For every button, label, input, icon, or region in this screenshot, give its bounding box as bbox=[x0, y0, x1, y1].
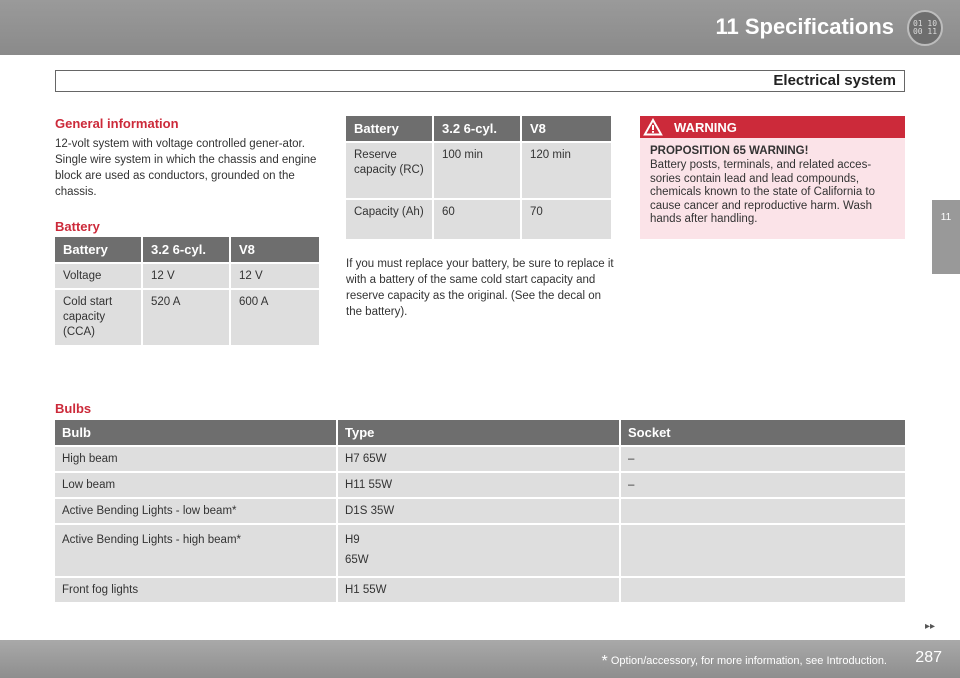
bulbs-heading: Bulbs bbox=[55, 401, 92, 416]
type-cell: H9 65W bbox=[338, 523, 621, 576]
footer-star: * bbox=[601, 653, 608, 670]
next-page-arrows-icon[interactable]: ▸▸ bbox=[925, 621, 935, 632]
type-cell: H7 65W bbox=[338, 445, 621, 471]
table-cell: Cold start capacity (CCA) bbox=[55, 288, 143, 345]
warning-triangle-icon bbox=[642, 116, 664, 138]
table-row: High beam H7 65W – bbox=[55, 445, 905, 471]
socket-cell bbox=[621, 523, 905, 576]
bulb-cell: Low beam bbox=[55, 471, 338, 497]
table-cell: 120 min bbox=[522, 141, 611, 198]
table-row: Front fog lights H1 55W bbox=[55, 576, 905, 602]
footer-note-text: Option/accessory, for more information, … bbox=[610, 655, 887, 667]
socket-cell bbox=[621, 576, 905, 602]
table-cell: 60 bbox=[434, 198, 522, 239]
table-cell: 12 V bbox=[231, 262, 319, 288]
table-cell: Capacity (Ah) bbox=[346, 198, 434, 239]
battery-replace-text: If you must replace your battery, be sur… bbox=[346, 258, 614, 318]
column-header: 3.2 6-cyl. bbox=[434, 116, 522, 141]
type-cell: D1S 35W bbox=[338, 497, 621, 523]
table-cell: 12 V bbox=[143, 262, 231, 288]
table-cell: Voltage bbox=[55, 262, 143, 288]
warning-box: WARNING PROPOSITION 65 WARNING! Battery … bbox=[640, 116, 905, 239]
footer-band: * Option/accessory, for more information… bbox=[0, 640, 960, 678]
table-row: Cold start capacity (CCA) 520 A 600 A bbox=[55, 288, 319, 345]
bulb-cell: Front fog lights bbox=[55, 576, 338, 602]
section-title: Electrical system bbox=[773, 72, 896, 89]
table-row: Capacity (Ah) 60 70 bbox=[346, 198, 611, 239]
column-header: Battery bbox=[55, 237, 143, 262]
warning-text: Battery posts, terminals, and related ac… bbox=[650, 159, 876, 225]
table-row: Voltage 12 V 12 V bbox=[55, 262, 319, 288]
footer-note: * Option/accessory, for more information… bbox=[602, 653, 887, 671]
table-row: Active Bending Lights - high beam* H9 65… bbox=[55, 523, 905, 576]
column-header: 3.2 6-cyl. bbox=[143, 237, 231, 262]
column-header: Type bbox=[338, 420, 621, 445]
column-header: Bulb bbox=[55, 420, 338, 445]
table-cell: 520 A bbox=[143, 288, 231, 345]
warning-title: WARNING bbox=[674, 119, 737, 135]
table-cell: 600 A bbox=[231, 288, 319, 345]
table-cell: Reserve capacity (RC) bbox=[346, 141, 434, 198]
column-header: Socket bbox=[621, 420, 905, 445]
column-header: V8 bbox=[231, 237, 319, 262]
socket-cell bbox=[621, 497, 905, 523]
chapter-title: 11 Specifications bbox=[715, 14, 894, 39]
table-row: Low beam H11 55W – bbox=[55, 471, 905, 497]
table-cell: 70 bbox=[522, 198, 611, 239]
chapter-icon-text: 01 10 00 11 bbox=[912, 19, 938, 36]
battery-table-2: Battery 3.2 6-cyl. V8 Reserve capacity (… bbox=[346, 116, 611, 239]
bulb-cell: Active Bending Lights - high beam* bbox=[55, 523, 338, 576]
table-row: Active Bending Lights - low beam* D1S 35… bbox=[55, 497, 905, 523]
table-cell: 100 min bbox=[434, 141, 522, 198]
table-row: Reserve capacity (RC) 100 min 120 min bbox=[346, 141, 611, 198]
general-info-heading: General information bbox=[55, 116, 179, 131]
type-line: 65W bbox=[345, 554, 369, 566]
type-cell: H11 55W bbox=[338, 471, 621, 497]
battery-table-1: Battery 3.2 6-cyl. V8 Voltage 12 V 12 V … bbox=[55, 237, 319, 345]
bulb-cell: High beam bbox=[55, 445, 338, 471]
side-tab-label: 11 bbox=[940, 212, 952, 223]
warning-header: WARNING bbox=[640, 116, 905, 138]
general-info-text: 12-volt system with voltage controlled g… bbox=[55, 138, 317, 198]
column-header: V8 bbox=[522, 116, 611, 141]
bulb-cell: Active Bending Lights - low beam* bbox=[55, 497, 338, 523]
warning-subtitle: PROPOSITION 65 WARNING! bbox=[650, 145, 809, 157]
section-header: Electrical system bbox=[55, 70, 905, 92]
chapter-side-tab[interactable]: 11 bbox=[932, 200, 960, 274]
socket-cell: – bbox=[621, 471, 905, 497]
battery-heading: Battery bbox=[55, 219, 100, 234]
bulbs-table: Bulb Type Socket High beam H7 65W – Low … bbox=[55, 420, 905, 602]
type-line: H9 bbox=[345, 534, 360, 546]
socket-cell: – bbox=[621, 445, 905, 471]
page-number: 287 bbox=[915, 649, 942, 666]
header-band: 11 Specifications 01 10 00 11 bbox=[0, 0, 960, 55]
column-header: Battery bbox=[346, 116, 434, 141]
chapter-binary-icon: 01 10 00 11 bbox=[907, 10, 943, 46]
type-cell: H1 55W bbox=[338, 576, 621, 602]
